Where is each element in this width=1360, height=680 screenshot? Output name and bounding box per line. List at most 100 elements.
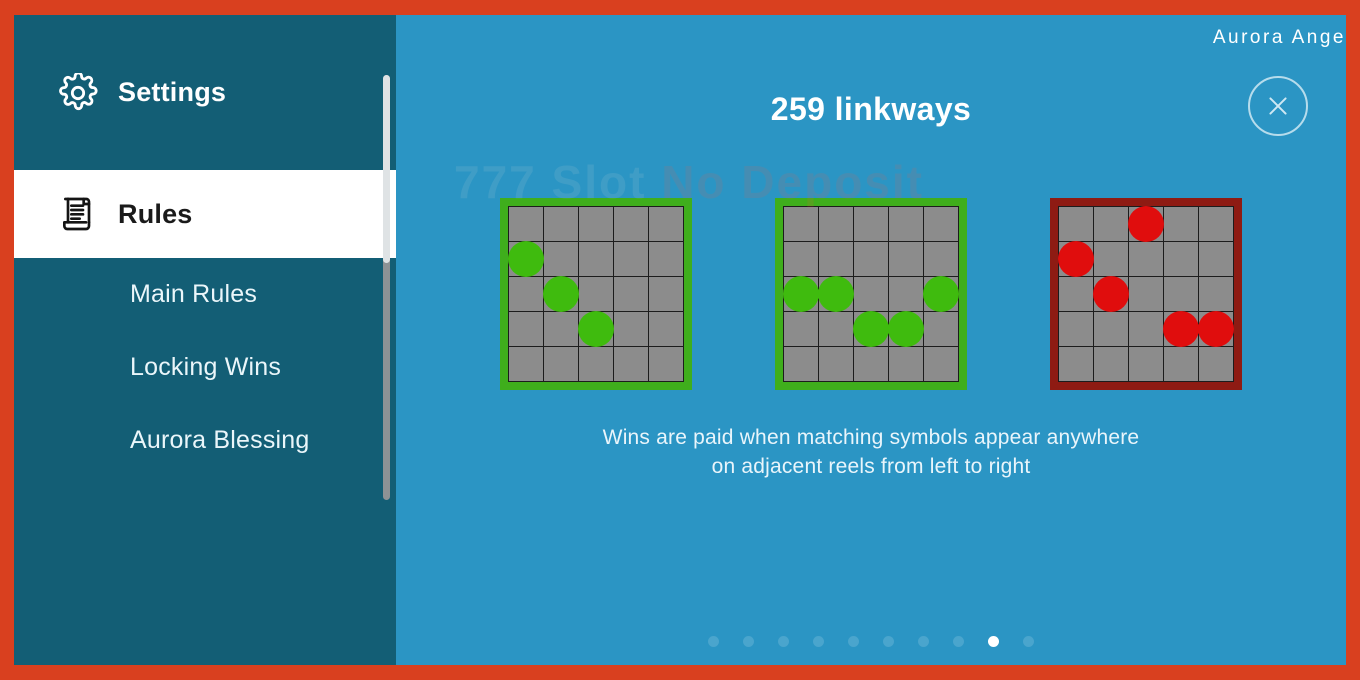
reel-cell [818, 276, 854, 312]
page-title: 259 linkways [770, 91, 972, 127]
reel-cell [923, 276, 959, 312]
sidebar-item-main-rules[interactable]: Main Rules [14, 258, 396, 331]
reel-cell [819, 242, 853, 276]
pagination-dot[interactable] [883, 636, 894, 647]
pagination-dot[interactable] [778, 636, 789, 647]
symbol-marker [818, 276, 854, 312]
sidebar-item-aurora-blessing[interactable]: Aurora Blessing [14, 404, 396, 477]
reel-cell [543, 276, 579, 312]
reel-cell [1164, 347, 1198, 381]
reel-cell [1129, 242, 1163, 276]
reel-cell [924, 347, 958, 381]
reel-grid [508, 206, 684, 382]
game-title: Aurora Ange [1212, 27, 1346, 48]
reel-cell [1094, 347, 1128, 381]
losing-pattern-nonadjacent [1050, 198, 1242, 390]
pagination-dot[interactable] [1023, 636, 1034, 647]
pagination-dot[interactable] [953, 636, 964, 647]
rules-description: Wins are paid when matching symbols appe… [396, 423, 1346, 481]
reel-cell [1058, 241, 1094, 277]
pagination-dot[interactable] [743, 636, 754, 647]
sidebar-item-settings[interactable]: Settings [14, 15, 396, 170]
reel-cell [509, 277, 543, 311]
pagination-dot[interactable] [813, 636, 824, 647]
reel-cell [649, 207, 683, 241]
symbol-marker [853, 311, 889, 347]
reel-cell [614, 242, 648, 276]
reel-cell [508, 241, 544, 277]
reel-cell [783, 276, 819, 312]
reel-cell [1129, 277, 1163, 311]
paylines-diagram-group [396, 198, 1346, 390]
reel-cell [1094, 312, 1128, 346]
gear-icon [56, 71, 100, 115]
reel-cell [784, 312, 818, 346]
reel-cell [1164, 207, 1198, 241]
reel-cell [1199, 277, 1233, 311]
pagination-dot[interactable] [918, 636, 929, 647]
sidebar-scrollbar[interactable] [383, 75, 390, 500]
reel-cell [784, 207, 818, 241]
reel-cell [1199, 242, 1233, 276]
symbol-marker [1093, 276, 1129, 312]
symbol-marker [783, 276, 819, 312]
sidebar-item-rules[interactable]: Rules [14, 170, 396, 258]
symbol-marker [1128, 206, 1164, 242]
reel-cell [1128, 206, 1164, 242]
reel-cell [649, 312, 683, 346]
reel-cell [544, 347, 578, 381]
reel-cell [889, 277, 923, 311]
reel-cell [1199, 347, 1233, 381]
reel-cell [1094, 242, 1128, 276]
pagination-dot[interactable] [708, 636, 719, 647]
modal-frame: Settings Rules Main Rules Locking Wins A… [14, 15, 1346, 665]
pagination-dot[interactable] [848, 636, 859, 647]
pagination-dot-active[interactable] [988, 636, 999, 647]
reel-cell [888, 311, 924, 347]
winning-pattern-diagonal [500, 198, 692, 390]
reel-cell [819, 207, 853, 241]
reel-cell [579, 242, 613, 276]
symbol-marker [543, 276, 579, 312]
reel-cell [853, 311, 889, 347]
reel-cell [579, 277, 613, 311]
sidebar-item-label: Main Rules [130, 280, 258, 308]
sidebar: Settings Rules Main Rules Locking Wins A… [14, 15, 396, 665]
reel-cell [889, 207, 923, 241]
reel-cell [854, 242, 888, 276]
reel-cell [784, 347, 818, 381]
sidebar-rules-label: Rules [118, 198, 193, 229]
reel-cell [1164, 242, 1198, 276]
symbol-marker [1198, 311, 1234, 347]
reel-cell [784, 242, 818, 276]
reel-cell [854, 207, 888, 241]
reel-grid [783, 206, 959, 382]
sidebar-scrollbar-thumb[interactable] [383, 75, 390, 263]
reel-cell [614, 312, 648, 346]
reel-cell [579, 347, 613, 381]
reel-cell [854, 277, 888, 311]
reel-cell [509, 347, 543, 381]
rules-description-line-1: Wins are paid when matching symbols appe… [602, 426, 1140, 449]
sidebar-item-locking-wins[interactable]: Locking Wins [14, 331, 396, 404]
sidebar-item-label: Locking Wins [130, 353, 282, 381]
reel-cell [1059, 347, 1093, 381]
reel-cell [1093, 276, 1129, 312]
sidebar-item-label: Aurora Blessing [130, 426, 310, 454]
reel-cell [1059, 312, 1093, 346]
reel-cell [924, 207, 958, 241]
symbol-marker [1163, 311, 1199, 347]
symbol-marker [923, 276, 959, 312]
reel-cell [649, 277, 683, 311]
reel-cell [819, 347, 853, 381]
reel-cell [579, 207, 613, 241]
reel-cell [544, 312, 578, 346]
reel-cell [1164, 277, 1198, 311]
reel-cell [614, 347, 648, 381]
reel-cell [614, 277, 648, 311]
symbol-marker [578, 311, 614, 347]
main-panel: Aurora Ange 259 linkways 777 Slot No Dep… [396, 15, 1346, 665]
reel-cell [1163, 311, 1199, 347]
reel-cell [889, 242, 923, 276]
reel-cell [924, 242, 958, 276]
